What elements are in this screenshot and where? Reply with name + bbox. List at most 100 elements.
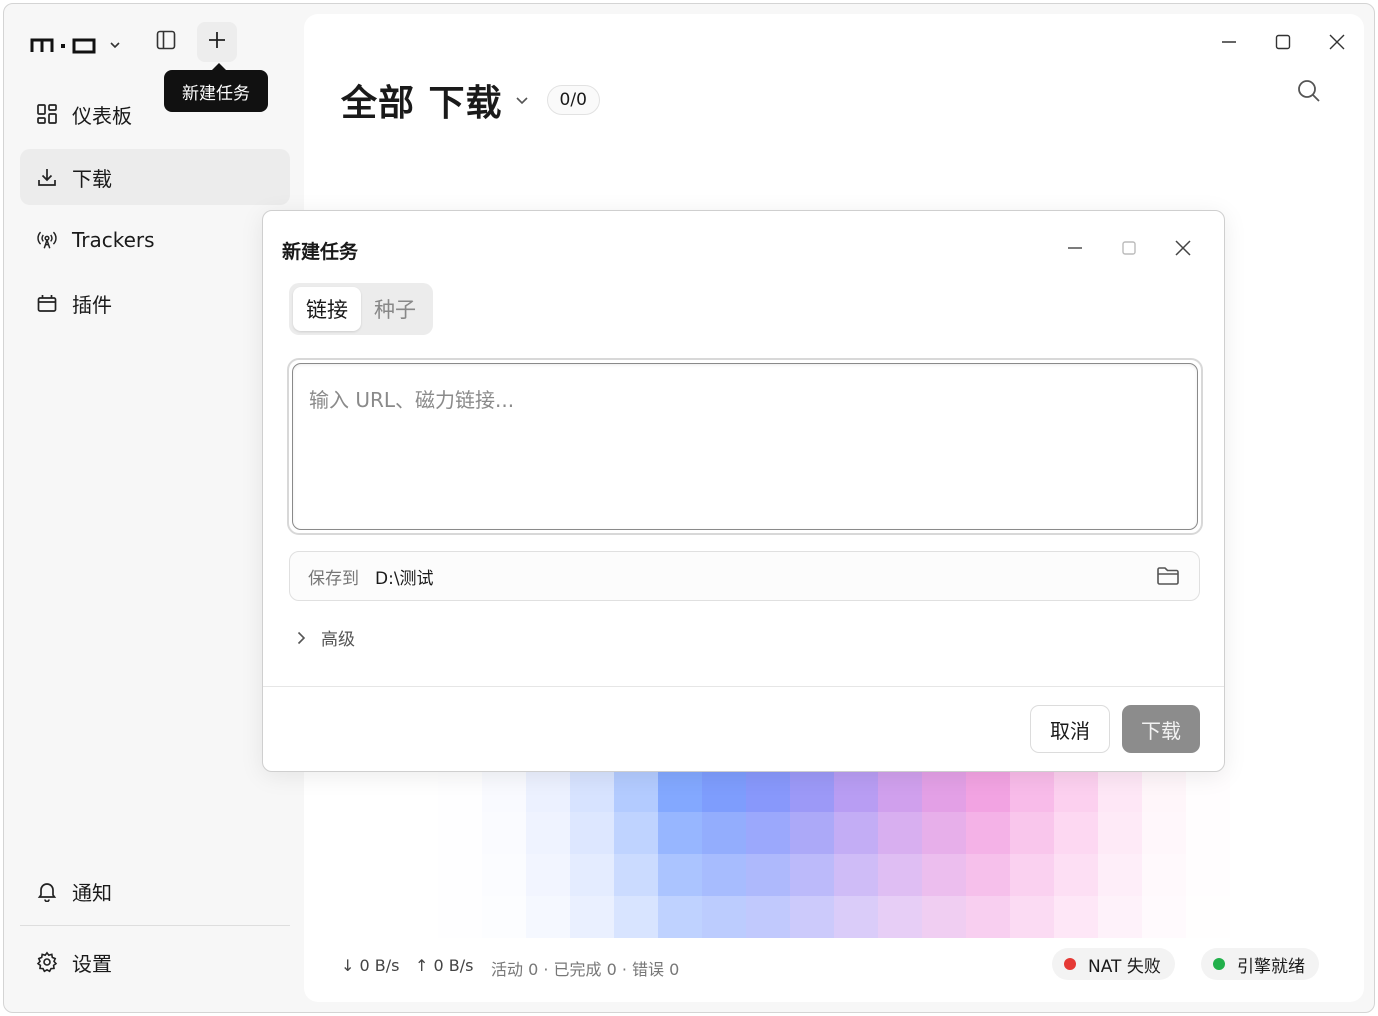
chevron-right-icon [293,630,309,646]
broadcast-icon [36,229,58,251]
sidebar-item-label: 仪表板 [72,103,132,128]
chevron-down-icon [513,91,531,109]
minimize-button[interactable] [1202,14,1256,74]
dashboard-icon [36,103,58,125]
page-title-group[interactable]: 全部 下载 0/0 [341,74,600,126]
search-button[interactable] [1296,78,1324,106]
gradient-cell [1098,854,1142,896]
gradient-cell [614,812,658,854]
upload-speed: ↑ 0 B/s [415,956,474,975]
advanced-toggle[interactable]: 高级 [293,625,355,650]
download-icon [36,166,58,188]
gradient-cell [394,770,438,812]
sidebar-item-label: 通知 [72,880,112,905]
sidebar-item-label: 插件 [72,292,112,317]
gradient-cell [658,854,702,896]
sidebar-panel-icon [155,29,177,55]
gradient-cell [1142,770,1186,812]
dialog-close-button[interactable] [1156,225,1210,275]
gradient-cell [570,854,614,896]
task-summary: 活动 0 · 已完成 0 · 错误 0 [491,960,680,979]
gradient-cell [482,770,526,812]
sidebar-item-settings[interactable]: 设置 [20,934,290,990]
gradient-cell [1054,854,1098,896]
sidebar-item-label: 设置 [72,951,112,976]
status-bar: ↓ 0 B/s ↑ 0 B/s 活动 0 · 已完成 0 · 错误 0 NAT … [304,932,1364,1002]
url-input[interactable] [292,363,1198,530]
save-location-path: D:\测试 [375,568,434,589]
task-type-tabs: 链接 种子 [289,283,433,335]
gradient-cell [746,812,790,854]
download-speed: ↓ 0 B/s [341,956,400,975]
close-icon [1328,33,1346,55]
sidebar-item-notifications[interactable]: 通知 [20,863,290,919]
sidebar-item-downloads[interactable]: 下载 [20,149,290,205]
gradient-cell [746,854,790,896]
gradient-cell [922,854,966,896]
gradient-cell [394,854,438,896]
engine-status-badge[interactable]: 引擎就绪 [1201,948,1319,980]
minimize-icon [1220,33,1238,55]
dialog-minimize-button[interactable] [1048,225,1102,275]
toggle-sidebar-button[interactable] [146,22,186,62]
gradient-cell [702,812,746,854]
gradient-cell [702,770,746,812]
sidebar-item-trackers[interactable]: Trackers [20,212,290,268]
gradient-cell [922,770,966,812]
new-task-dialog: 新建任务 链接 种子 保存到 D:\测试 高级 取消 下载 [262,210,1225,772]
cancel-button[interactable]: 取消 [1030,705,1110,753]
close-window-button[interactable] [1310,14,1364,74]
gradient-cell [1230,812,1274,854]
tab-link[interactable]: 链接 [293,287,361,331]
gradient-cell [702,854,746,896]
gradient-cell [394,812,438,854]
gradient-cell [1230,770,1274,812]
gradient-cell [878,770,922,812]
tab-torrent[interactable]: 种子 [361,287,429,331]
gradient-cell [1186,770,1230,812]
gradient-cell [1186,854,1230,896]
dialog-maximize-button[interactable] [1102,225,1156,275]
app-logo [30,36,102,54]
gradient-cell [614,854,658,896]
gradient-cell [834,812,878,854]
window-controls [1202,14,1364,74]
save-location-row[interactable]: 保存到 D:\测试 [289,551,1200,601]
sidebar-item-dashboard[interactable]: 仪表板 [20,86,290,142]
gradient-cell [482,854,526,896]
app-logo-menu[interactable] [30,30,122,60]
plus-icon [206,29,228,55]
gradient-cell [570,770,614,812]
maximize-icon [1274,33,1292,55]
minimize-icon [1066,239,1084,261]
gradient-cell [1098,812,1142,854]
nat-status-badge[interactable]: NAT 失败 [1052,948,1175,980]
gradient-cell [526,854,570,896]
gradient-cell [1010,854,1054,896]
advanced-label: 高级 [321,630,355,650]
maximize-button[interactable] [1256,14,1310,74]
search-icon [1296,80,1322,108]
gradient-cell [790,770,834,812]
gradient-cell [966,770,1010,812]
gradient-cell [1142,854,1186,896]
gradient-cell [834,854,878,896]
gradient-cell [834,770,878,812]
gradient-cell [526,812,570,854]
bell-icon [36,880,58,902]
gradient-cell [878,854,922,896]
dialog-window-controls [1048,225,1210,275]
gradient-cell [526,770,570,812]
sidebar-item-label: Trackers [72,228,155,252]
gradient-cell [1010,770,1054,812]
gradient-cell [438,770,482,812]
new-task-button[interactable] [197,22,237,62]
dialog-footer-divider [263,686,1224,687]
folder-icon[interactable] [1155,563,1181,589]
gear-icon [36,951,58,973]
gradient-cell [482,812,526,854]
gradient-cell [438,812,482,854]
download-button[interactable]: 下载 [1122,705,1200,753]
sidebar-item-plugins[interactable]: 插件 [20,275,290,331]
close-icon [1174,239,1192,261]
